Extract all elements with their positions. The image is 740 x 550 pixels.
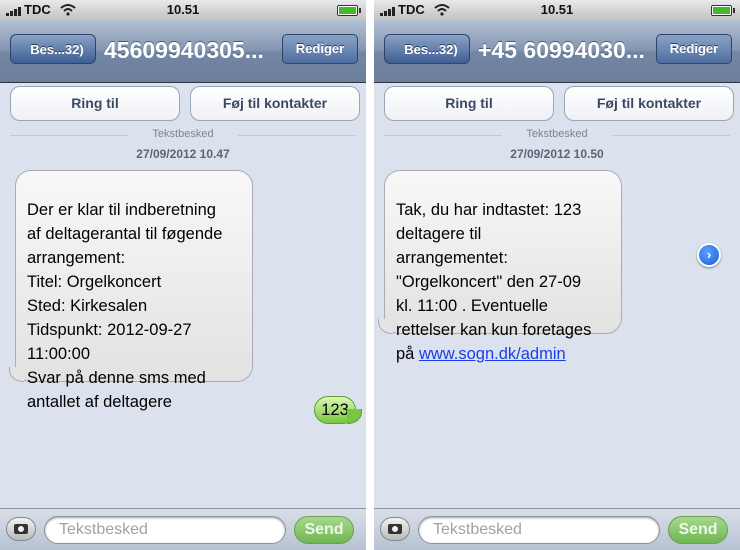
message-type-text: Tekstbesked xyxy=(526,128,588,140)
back-button[interactable]: Bes...32) xyxy=(10,34,96,64)
message-date: 27/09/2012 10.50 xyxy=(510,147,604,161)
send-button[interactable]: Send xyxy=(668,516,728,544)
phone-screen-left: TDC 10.51 Bes...32) 45609940305... Redig… xyxy=(0,0,366,550)
message-type-label: Tekstbesked xyxy=(0,128,366,140)
send-button[interactable]: Send xyxy=(294,516,354,544)
message-input[interactable]: Tekstbesked xyxy=(418,516,660,544)
add-contact-button[interactable]: Føj til kontakter xyxy=(190,86,360,121)
status-bar: TDC 10.51 xyxy=(0,0,366,20)
camera-icon[interactable] xyxy=(380,517,410,541)
add-contact-button[interactable]: Føj til kontakter xyxy=(564,86,734,121)
edit-button[interactable]: Rediger xyxy=(282,34,358,64)
message-date: 27/09/2012 10.47 xyxy=(136,147,230,161)
sent-message-text: 123 xyxy=(321,401,349,419)
received-message-text: Der er klar til indberetning af deltager… xyxy=(27,201,223,411)
compose-bar: Tekstbesked Send xyxy=(374,508,740,550)
status-time: 10.51 xyxy=(540,2,574,17)
navigation-bar: Bes...32) 45609940305... Rediger xyxy=(0,20,366,83)
status-time: 10.51 xyxy=(166,2,200,17)
sent-message-bubble: 123 xyxy=(314,396,362,424)
received-message-bubble: Tak, du har indtastet: 123 deltagere til… xyxy=(378,170,622,363)
message-type-text: Tekstbesked xyxy=(152,128,214,140)
admin-link[interactable]: www.sogn.dk/admin xyxy=(419,345,566,363)
conversation-title: 45609940305... xyxy=(104,37,264,63)
call-button[interactable]: Ring til xyxy=(10,86,180,121)
message-type-label: Tekstbesked xyxy=(374,128,740,140)
battery-icon xyxy=(711,5,735,16)
battery-icon xyxy=(337,5,361,16)
status-bar: TDC 10.51 xyxy=(374,0,740,20)
received-message-bubble: Der er klar til indberetning af deltager… xyxy=(9,170,253,411)
detail-arrow-icon[interactable]: › xyxy=(697,243,721,267)
camera-icon[interactable] xyxy=(6,517,36,541)
call-button[interactable]: Ring til xyxy=(384,86,554,121)
navigation-bar: Bes...32) +45 60994030... Rediger xyxy=(374,20,740,83)
conversation-title: +45 60994030... xyxy=(478,37,645,63)
edit-button[interactable]: Rediger xyxy=(656,34,732,64)
received-message-text: Tak, du har indtastet: 123 deltagere til… xyxy=(396,201,592,363)
back-button[interactable]: Bes...32) xyxy=(384,34,470,64)
message-input[interactable]: Tekstbesked xyxy=(44,516,286,544)
compose-bar: Tekstbesked Send xyxy=(0,508,366,550)
phone-screen-right: TDC 10.51 Bes...32) +45 60994030... Redi… xyxy=(374,0,740,550)
